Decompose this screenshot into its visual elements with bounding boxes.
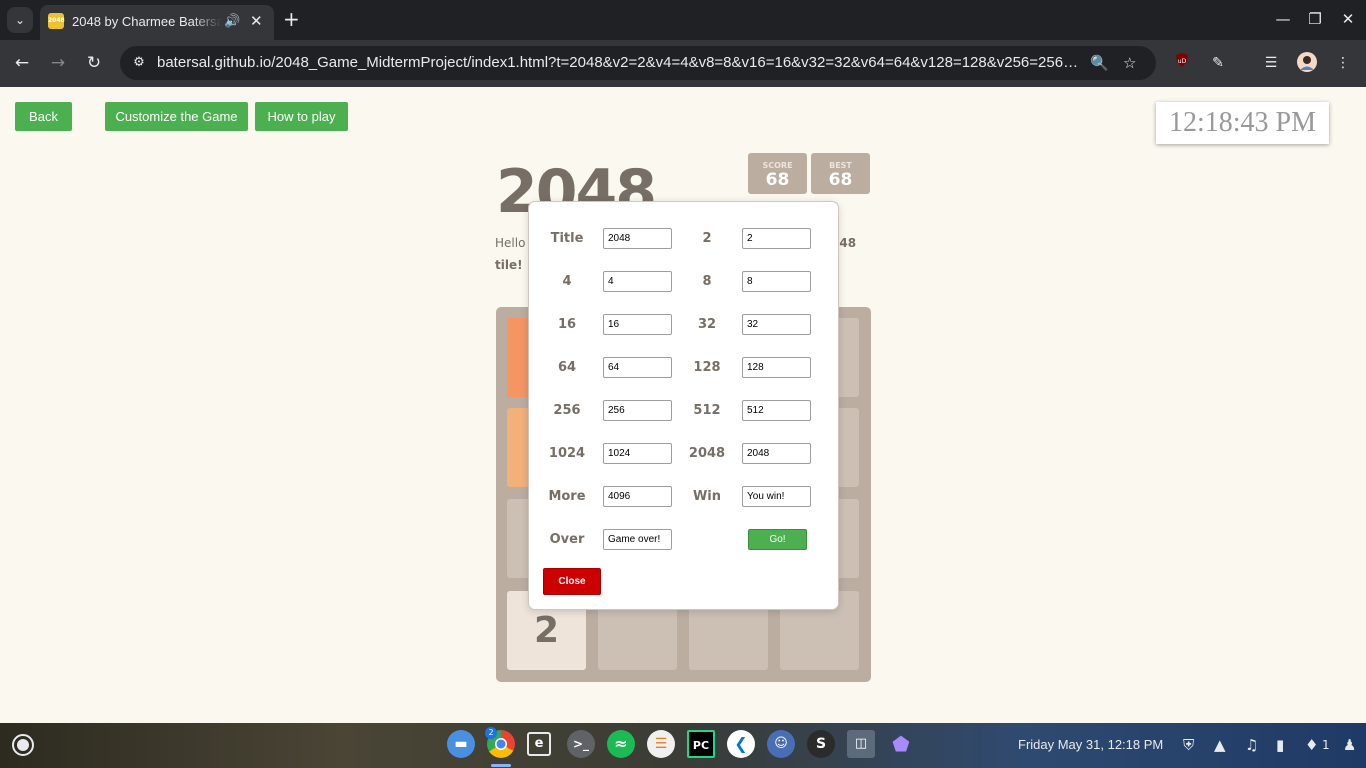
value-2048-input[interactable] (742, 443, 811, 464)
clock-display: 12:18:43 PM (1156, 102, 1329, 144)
tab-search-chevron-icon[interactable]: ⌄ (7, 7, 33, 33)
forward-arrow-icon[interactable]: → (46, 51, 70, 75)
label-title: Title (550, 231, 584, 246)
wifi-icon[interactable]: ▲ (1214, 735, 1226, 755)
url-text[interactable]: batersal.github.io/2048_Game_MidtermProj… (157, 53, 1082, 73)
chrome-active-indicator (491, 764, 511, 767)
page-content: Back Customize the Game How to play 12:1… (0, 87, 1366, 723)
back-arrow-icon[interactable]: ← (10, 51, 34, 75)
status-datetime[interactable]: Friday May 31, 12:18 PM (1018, 736, 1163, 754)
label-win: Win (692, 489, 722, 504)
s-app-icon[interactable]: S (807, 730, 835, 758)
value-16-input[interactable] (603, 314, 672, 335)
svg-text:uD: uD (1178, 58, 1187, 65)
notification-bell-icon[interactable]: ♦ (1305, 735, 1318, 755)
vscode-app-icon[interactable]: ❮ (727, 730, 755, 758)
label-32: 32 (697, 317, 717, 332)
score-label: SCORE (762, 161, 793, 170)
music-note-icon[interactable]: ♫ (1245, 735, 1258, 755)
go-button[interactable]: Go! (748, 529, 807, 550)
label-8: 8 (702, 274, 712, 289)
intro-line2-bold: tile! (495, 258, 523, 272)
value-32-input[interactable] (742, 314, 811, 335)
new-tab-plus-icon[interactable]: + (283, 8, 300, 30)
ublock-extension-icon[interactable]: uD (1171, 52, 1193, 74)
score-value: 68 (765, 170, 790, 190)
value-512-input[interactable] (742, 400, 811, 421)
value-2-input[interactable] (742, 228, 811, 249)
best-label: BEST (829, 161, 852, 170)
bookmark-star-icon[interactable]: ☆ (1123, 53, 1136, 73)
customize-modal: Title 2 4 8 16 32 64 128 256 512 1024 20… (528, 201, 839, 610)
label-over: Over (549, 532, 585, 547)
site-info-tune-icon[interactable]: ⚙ (129, 53, 149, 73)
browser-toolbar: ← → ↻ ⚙ batersal.github.io/2048_Game_Mid… (0, 40, 1366, 87)
stack-app-icon[interactable]: ☰ (647, 730, 675, 758)
label-64: 64 (557, 360, 577, 375)
win-message-input[interactable] (742, 486, 811, 507)
obsidian-app-icon[interactable]: ⬟ (887, 730, 915, 758)
value-128-input[interactable] (742, 357, 811, 378)
label-16: 16 (557, 317, 577, 332)
over-message-input[interactable] (603, 529, 672, 550)
close-button[interactable]: Close (543, 568, 601, 595)
terminal-app-icon[interactable]: >_ (567, 730, 595, 758)
value-4-input[interactable] (603, 271, 672, 292)
label-more: More (548, 489, 586, 504)
video-app-icon[interactable]: ◫ (847, 730, 875, 758)
label-128: 128 (693, 360, 721, 375)
spotify-app-icon[interactable]: ≈ (607, 730, 635, 758)
how-to-play-button[interactable]: How to play (255, 102, 348, 131)
score-box: SCORE 68 (748, 153, 807, 194)
back-button[interactable]: Back (15, 102, 72, 131)
account-icon[interactable]: ♟ (1343, 735, 1356, 755)
label-2: 2 (702, 231, 712, 246)
pycharm-app-icon[interactable]: PC (687, 730, 715, 758)
address-bar[interactable]: ⚙ batersal.github.io/2048_Game_MidtermPr… (120, 46, 1156, 80)
e-app-icon[interactable]: e (527, 732, 551, 756)
label-256: 256 (553, 403, 581, 418)
media-queue-icon[interactable]: ☰ (1260, 52, 1282, 74)
customize-game-button[interactable]: Customize the Game (105, 102, 248, 131)
github-app-icon[interactable]: ☺ (767, 730, 795, 758)
vpn-shield-icon[interactable]: ⛨ (1183, 735, 1194, 755)
reload-icon[interactable]: ↻ (82, 51, 106, 75)
battery-icon[interactable]: ▮ (1276, 735, 1284, 755)
browser-tab-bar: ⌄ 2048 2048 by Charmee Batersal 🔊 ✕ + — … (0, 0, 1366, 40)
close-window-icon[interactable]: ✕ (1336, 8, 1360, 30)
value-8-input[interactable] (742, 271, 811, 292)
zoom-search-icon[interactable]: 🔍 (1090, 53, 1109, 73)
tab-audio-speaker-icon[interactable]: 🔊 (224, 13, 240, 31)
label-512: 512 (693, 403, 721, 418)
os-shelf: ▬ 2 e >_ ≈ ☰ PC ❮ ☺ S ◫ ⬟ Friday May 31,… (0, 723, 1366, 768)
extensions-puzzle-icon[interactable]: ✎ (1207, 52, 1229, 74)
chrome-window-count-badge: 2 (485, 727, 497, 739)
minimize-window-icon[interactable]: — (1271, 8, 1295, 30)
tab-close-icon[interactable]: ✕ (250, 12, 263, 30)
label-4: 4 (562, 274, 572, 289)
tab-title: 2048 by Charmee Batersal (72, 14, 222, 29)
value-64-input[interactable] (603, 357, 672, 378)
files-app-icon[interactable]: ▬ (447, 730, 475, 758)
label-2048: 2048 (688, 446, 726, 461)
profile-avatar[interactable] (1296, 52, 1318, 74)
intro-start: Hello (495, 236, 526, 250)
tab-favicon-icon: 2048 (48, 13, 65, 29)
browser-menu-kebab-icon[interactable]: ⋮ (1332, 52, 1354, 74)
launcher-icon[interactable] (12, 734, 34, 756)
value-256-input[interactable] (603, 400, 672, 421)
browser-tab[interactable]: 2048 2048 by Charmee Batersal 🔊 ✕ (40, 5, 274, 40)
notification-count: 1 (1322, 738, 1330, 752)
more-value-input[interactable] (603, 486, 672, 507)
title-input[interactable] (603, 228, 672, 249)
label-1024: 1024 (548, 446, 586, 461)
best-box: BEST 68 (811, 153, 870, 194)
value-1024-input[interactable] (603, 443, 672, 464)
best-value: 68 (828, 170, 853, 190)
restore-window-icon[interactable]: ❐ (1303, 8, 1327, 30)
